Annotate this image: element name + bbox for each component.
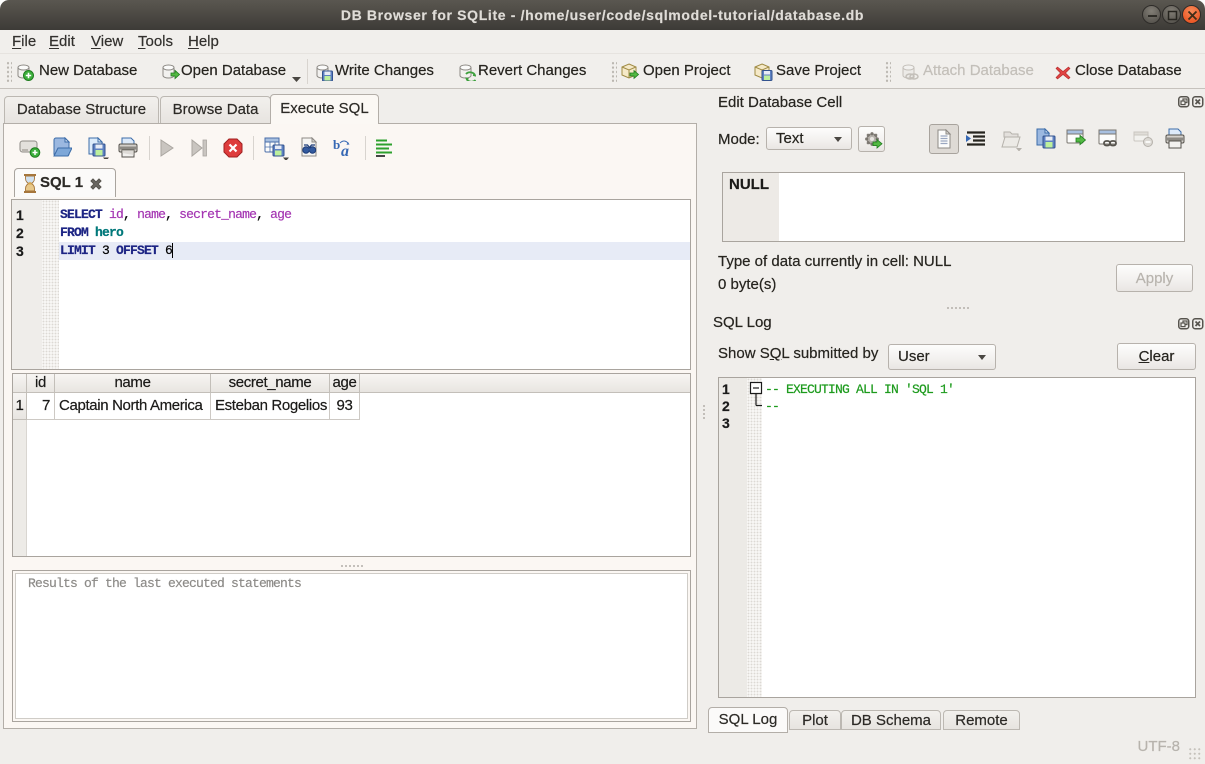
svg-text:b: b bbox=[333, 137, 340, 152]
svg-text:a: a bbox=[341, 143, 349, 159]
